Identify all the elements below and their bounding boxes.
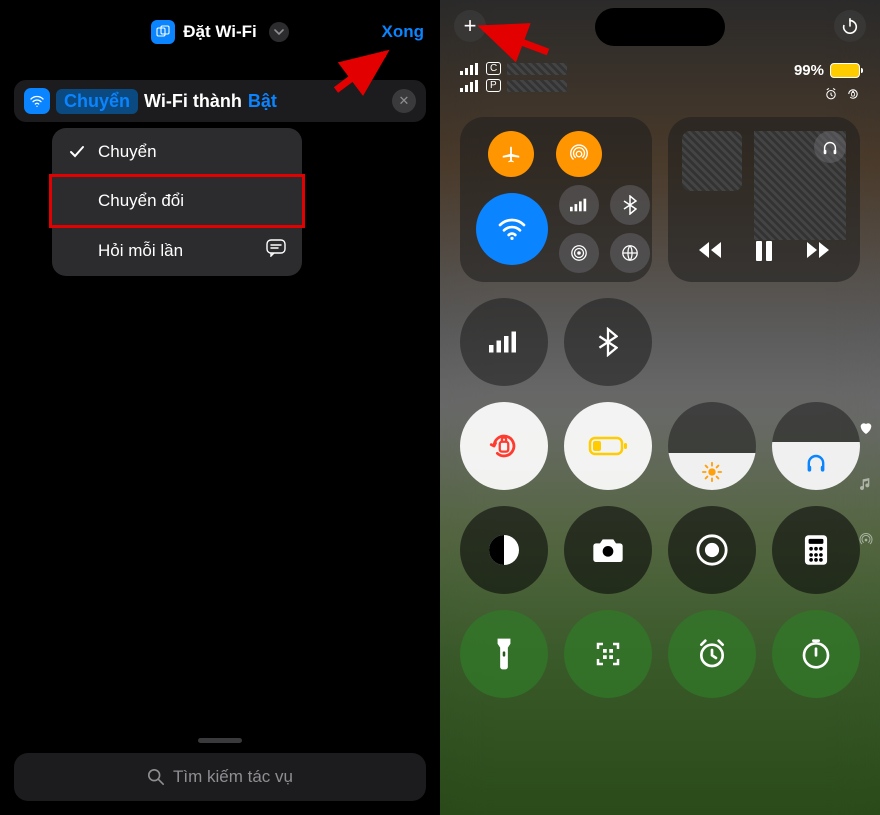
orientation-lock-toggle[interactable] (460, 402, 548, 490)
cellular-signal-icon (460, 80, 480, 92)
shortcut-title-pill[interactable]: Đặt Wi-Fi (151, 20, 289, 44)
bluetooth-icon (623, 195, 637, 215)
brightness-icon (701, 461, 723, 483)
sim-badge-2: P (486, 79, 501, 92)
bluetooth-button[interactable] (610, 185, 650, 225)
airdrop-button[interactable] (556, 131, 602, 177)
close-icon: ✕ (399, 93, 410, 109)
prompt-icon (266, 239, 286, 262)
page-indicators (858, 420, 874, 548)
shortcut-app-icon (151, 20, 175, 44)
dark-mode-toggle[interactable] (460, 506, 548, 594)
airdrop-icon (568, 143, 590, 165)
verb-dropdown-menu: Chuyển Chuyển đổi Hỏi mỗi lần (52, 128, 302, 276)
shortcut-title: Đặt Wi-Fi (183, 22, 257, 42)
sheet-grabber[interactable] (198, 738, 242, 743)
calculator-button[interactable] (772, 506, 860, 594)
cellular-data-button[interactable] (559, 185, 599, 225)
heart-icon[interactable] (858, 420, 874, 436)
vpn-button[interactable] (610, 233, 650, 273)
cellular-icon (570, 198, 588, 212)
airplane-icon (500, 143, 522, 165)
output-device-button[interactable] (814, 131, 846, 163)
album-art (682, 131, 742, 191)
cellular-signal-icon (460, 63, 480, 75)
low-power-mode-toggle[interactable] (564, 402, 652, 490)
carrier-name-redacted (507, 63, 567, 75)
hotspot-dot-icon[interactable] (858, 532, 874, 548)
globe-icon (621, 244, 639, 262)
hotspot-button[interactable] (559, 233, 599, 273)
cellular-toggle[interactable] (460, 298, 548, 386)
forward-button[interactable] (805, 240, 831, 260)
calculator-icon (803, 534, 829, 566)
done-button[interactable]: Xong (382, 22, 425, 42)
headphones-icon (804, 450, 828, 474)
sim-badge-1: C (486, 62, 501, 75)
timer-button[interactable] (772, 610, 860, 698)
qr-scanner-button[interactable] (564, 610, 652, 698)
camera-icon (592, 536, 624, 564)
menu-item-label: Chuyển (98, 142, 157, 162)
battery-percent: 99% (794, 62, 824, 79)
timer-icon (800, 638, 832, 670)
wifi-button[interactable] (476, 193, 548, 265)
now-playing-module[interactable] (668, 117, 860, 282)
bluetooth-toggle[interactable] (564, 298, 652, 386)
volume-slider[interactable] (772, 402, 860, 490)
menu-item-label: Hỏi mỗi lần (98, 241, 183, 261)
dynamic-island (595, 8, 725, 46)
qr-icon (593, 639, 623, 669)
action-state-token[interactable]: Bật (248, 91, 277, 112)
connectivity-module (460, 117, 652, 282)
search-icon (147, 768, 165, 786)
plus-icon: + (464, 13, 477, 39)
menu-item-label: Chuyển đổi (98, 191, 184, 211)
flashlight-button[interactable] (460, 610, 548, 698)
menu-item-turn[interactable]: Chuyển (52, 128, 302, 177)
search-placeholder: Tìm kiếm tác vụ (173, 767, 293, 787)
headphones-icon (821, 138, 839, 156)
wifi-icon (496, 213, 528, 245)
search-actions-field[interactable]: Tìm kiếm tác vụ (14, 753, 426, 801)
pause-button[interactable] (755, 240, 773, 262)
shortcuts-editor-screen: Đặt Wi-Fi Xong Chuyển Wi-Fi thành Bật ✕ … (0, 0, 440, 815)
control-center-screen: + C P 99% (440, 0, 880, 815)
menu-item-toggle[interactable]: Chuyển đổi (49, 174, 305, 228)
screen-record-button[interactable] (668, 506, 756, 594)
rotation-lock-icon (846, 87, 860, 101)
action-set-wifi[interactable]: Chuyển Wi-Fi thành Bật ✕ (14, 80, 426, 122)
alarm-button[interactable] (668, 610, 756, 698)
cellular-icon (489, 331, 519, 353)
battery-icon (830, 63, 860, 78)
rewind-button[interactable] (697, 240, 723, 260)
record-icon (695, 533, 729, 567)
brightness-slider[interactable] (668, 402, 756, 490)
hotspot-icon (570, 244, 588, 262)
music-note-icon[interactable] (858, 476, 874, 492)
editor-header: Đặt Wi-Fi Xong (0, 0, 440, 60)
bluetooth-icon (598, 327, 618, 357)
chevron-down-icon[interactable] (269, 22, 289, 42)
carrier-name-redacted (507, 80, 567, 92)
menu-item-ask[interactable]: Hỏi mỗi lần (52, 225, 302, 276)
add-control-button[interactable]: + (454, 10, 486, 42)
alarm-icon (696, 638, 728, 670)
action-verb-token[interactable]: Chuyển (56, 89, 138, 114)
power-button[interactable] (834, 10, 866, 42)
power-icon (841, 17, 859, 35)
flashlight-icon (495, 637, 513, 671)
dark-mode-icon (486, 532, 522, 568)
airplane-mode-button[interactable] (488, 131, 534, 177)
camera-button[interactable] (564, 506, 652, 594)
battery-low-icon (588, 436, 628, 456)
status-bar: C P 99% (440, 42, 880, 109)
remove-action-button[interactable]: ✕ (392, 89, 416, 113)
rotation-lock-icon (487, 429, 521, 463)
checkmark-icon (68, 144, 86, 160)
wifi-icon (24, 88, 50, 114)
alarm-icon (824, 87, 838, 101)
action-subject-text: Wi-Fi thành (144, 91, 242, 112)
